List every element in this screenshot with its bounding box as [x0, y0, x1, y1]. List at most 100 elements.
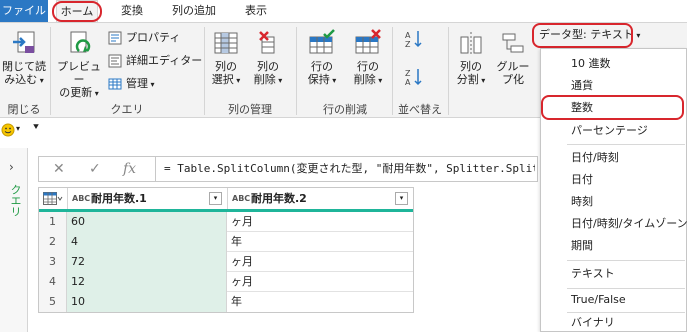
tab-file[interactable]: ファイル — [0, 0, 48, 22]
chevron-down-icon: ▾ — [329, 76, 337, 85]
keep-rows-icon — [309, 29, 335, 54]
tab-view[interactable]: 表示 — [236, 0, 276, 22]
advanced-editor-button[interactable]: 詳細エディター — [108, 54, 202, 68]
menu-separator — [567, 144, 685, 145]
choose-columns-button[interactable]: 列の 選択 ▾ — [206, 29, 246, 87]
advanced-editor-label: 詳細エディター — [126, 54, 203, 67]
group-label-sort: 並べ替え — [398, 103, 442, 116]
customize-quick-access-icon[interactable]: ⯆ — [32, 122, 40, 133]
text-type-icon[interactable]: ABC — [72, 188, 90, 209]
split-column-button[interactable]: 列の 分割 ▾ — [452, 29, 490, 87]
tab-transform[interactable]: 変換 — [112, 0, 152, 22]
group-label-manage-columns: 列の管理 — [228, 103, 272, 116]
menu-item-datetime[interactable]: 日付/時刻 — [541, 147, 686, 169]
data-grid: ABC 耐用年数.1 ▾ ABC 耐用年数.2 ▾ 1 60 ヶ月 2 4 年 … — [38, 187, 414, 313]
table-cell[interactable]: 12 — [67, 272, 227, 292]
table-row[interactable]: 1 60 ヶ月 — [39, 212, 413, 232]
menu-item-text[interactable]: テキスト — [541, 263, 686, 285]
menu-item-duration[interactable]: 期間 — [541, 235, 686, 257]
close-load-button[interactable]: 閉じて読 み込む ▾ — [0, 29, 48, 87]
remove-rows-button[interactable]: 行の 削除 ▾ — [346, 29, 390, 87]
table-cell[interactable]: 年 — [227, 292, 413, 312]
table-cell[interactable]: 10 — [67, 292, 227, 312]
commit-formula-button[interactable]: ✓ — [89, 161, 101, 177]
table-cell[interactable]: ヶ月 — [227, 212, 413, 232]
sort-descending-button[interactable]: Z A — [402, 67, 426, 90]
table-row[interactable]: 2 4 年 — [39, 232, 413, 252]
menu-item-datetimezone[interactable]: 日付/時刻/タイムゾーン — [541, 213, 687, 235]
table-row[interactable]: 4 12 ヶ月 — [39, 272, 413, 292]
cancel-formula-button[interactable]: ✕ — [53, 161, 65, 177]
menu-item-whole-number[interactable]: 整数 — [541, 97, 686, 119]
close-load-label-2: み込む — [4, 73, 38, 86]
table-menu-icon[interactable] — [43, 192, 63, 209]
refresh-preview-icon — [70, 31, 91, 53]
split-column-icon — [460, 32, 482, 55]
menu-item-time[interactable]: 時刻 — [541, 191, 686, 213]
group-label-query: クエリ — [110, 103, 144, 116]
table-row[interactable]: 3 72 ヶ月 — [39, 252, 413, 272]
data-type-dropdown[interactable]: データ型: テキスト ▾ — [534, 24, 640, 46]
table-cell[interactable]: 4 — [67, 232, 227, 252]
column-header-2[interactable]: 耐用年数.2 — [251, 188, 307, 209]
keep-rows-button[interactable]: 行の 保持 ▾ — [300, 29, 344, 87]
smiley-feedback-icon[interactable] — [1, 123, 15, 137]
menu-item-decimal[interactable]: 10 進数 — [541, 53, 686, 75]
menu-item-true-false[interactable]: True/False — [541, 289, 686, 311]
group-label-close: 閉じる — [7, 103, 41, 116]
chevron-right-icon[interactable]: › — [9, 160, 14, 174]
ribbon-tab-bar: ファイル ホーム 変換 列の追加 表示 — [0, 0, 687, 22]
properties-button[interactable]: プロパティ — [108, 31, 180, 45]
menu-item-binary[interactable]: バイナリ — [541, 312, 686, 332]
manage-table-icon — [108, 78, 122, 90]
quick-access-bar: ▾ ⯆ — [0, 120, 540, 142]
manage-button[interactable]: 管理 ▾ — [108, 77, 155, 92]
ribbon-separator — [392, 27, 393, 115]
formula-input[interactable]: = Table.SplitColumn(変更された型, "耐用年数", Spli… — [155, 157, 535, 181]
row-number: 3 — [39, 252, 67, 272]
menu-item-percentage[interactable]: パーセンテージ — [541, 120, 686, 142]
table-cell[interactable]: ヶ月 — [227, 272, 413, 292]
chevron-down-icon[interactable]: ▾ — [16, 124, 20, 133]
refresh-preview-button[interactable]: プレビュー の更新 ▾ — [52, 29, 106, 100]
close-load-label-1: 閉じて読 — [2, 60, 46, 73]
tab-add-column[interactable]: 列の追加 — [164, 0, 224, 22]
remove-rows-label-1: 行の — [357, 60, 379, 73]
table-cell[interactable]: 年 — [227, 232, 413, 252]
filter-dropdown-icon[interactable]: ▾ — [395, 192, 408, 205]
filter-dropdown-icon[interactable]: ▾ — [209, 192, 222, 205]
svg-text:A: A — [405, 31, 411, 40]
keep-rows-label-2: 保持 — [307, 73, 330, 86]
refresh-label-1: プレビュー — [57, 60, 101, 86]
remove-rows-icon — [355, 29, 381, 54]
svg-text:A: A — [405, 78, 411, 87]
table-cell[interactable]: 72 — [67, 252, 227, 272]
table-cell[interactable]: ヶ月 — [227, 252, 413, 272]
tab-home[interactable]: ホーム — [56, 0, 98, 22]
remove-rows-label-2: 削除 — [353, 73, 376, 86]
row-number: 4 — [39, 272, 67, 292]
text-type-icon[interactable]: ABC — [232, 188, 250, 209]
row-number: 1 — [39, 212, 67, 232]
sort-ascending-icon: A Z — [405, 31, 422, 49]
table-row[interactable]: 5 10 年 — [39, 292, 413, 312]
ribbon-separator — [50, 27, 51, 115]
choose-columns-label-1: 列の — [215, 60, 237, 73]
chevron-down-icon: ▾ — [92, 89, 99, 98]
column-header-1[interactable]: 耐用年数.1 — [91, 188, 147, 209]
chevron-down-icon: ▾ — [275, 76, 283, 85]
menu-item-date[interactable]: 日付 — [541, 169, 686, 191]
ribbon-separator — [448, 27, 449, 115]
group-by-label-1: グルー — [496, 60, 530, 73]
fx-button[interactable]: fx — [123, 161, 136, 177]
remove-columns-button[interactable]: 列の 削除 ▾ — [248, 29, 288, 87]
group-by-button[interactable]: グルー プ化 — [494, 29, 532, 86]
queries-pane[interactable]: › クエリ — [0, 148, 28, 332]
menu-item-currency[interactable]: 通貨 — [541, 75, 686, 97]
queries-pane-label: クエリ — [9, 184, 22, 217]
sort-descending-icon: Z A — [405, 69, 422, 87]
svg-text:Z: Z — [405, 69, 411, 78]
grid-header-row: ABC 耐用年数.1 ▾ ABC 耐用年数.2 ▾ — [39, 188, 413, 212]
sort-ascending-button[interactable]: A Z — [402, 29, 426, 52]
table-cell[interactable]: 60 — [67, 212, 227, 232]
